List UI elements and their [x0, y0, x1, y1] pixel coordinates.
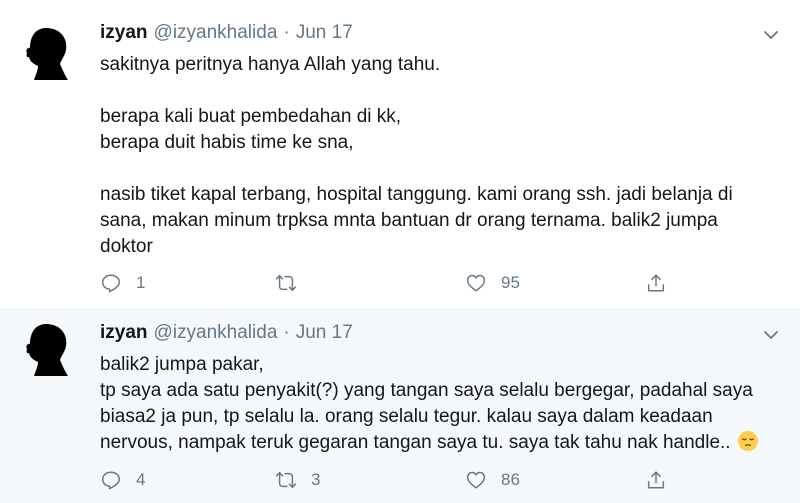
tweet-line: doktor [100, 236, 153, 257]
share-button[interactable] [645, 469, 667, 491]
retweet-icon [275, 274, 297, 292]
avatar[interactable] [16, 318, 78, 380]
display-name[interactable]: izyan [100, 22, 148, 44]
tweet-date[interactable]: Jun 17 [296, 322, 353, 344]
retweet-icon [275, 471, 297, 489]
tweet-line: sakitnya peritnya hanya Allah yang tahu. [100, 54, 441, 75]
share-button[interactable] [645, 272, 667, 294]
tweet-line: biasa2 ja pun, tp selalu la. orang selal… [100, 406, 713, 427]
separator-dot: · [283, 22, 290, 43]
tweet-line: nervous, nampak teruk gegaran tangan say… [100, 432, 731, 453]
tweet-header: izyan @izyankhalida · Jun 17 [100, 22, 780, 52]
heart-icon [466, 274, 486, 292]
like-button[interactable]: 86 [465, 469, 520, 491]
share-icon [647, 274, 665, 292]
retweet-count: 3 [311, 470, 321, 489]
retweet-button[interactable] [275, 272, 311, 294]
tweet-content: izyan @izyankhalida · Jun 17 sakitnya pe… [100, 22, 780, 260]
tweet-line: berapa duit habis time ke sna, [100, 132, 354, 153]
separator-dot: · [283, 322, 290, 343]
like-count: 95 [501, 273, 520, 292]
share-icon [647, 471, 665, 489]
user-handle[interactable]: @izyankhalida [154, 322, 278, 344]
reply-button[interactable]: 1 [100, 272, 145, 294]
reply-count: 1 [136, 273, 146, 292]
heart-icon [466, 471, 486, 489]
retweet-button[interactable]: 3 [275, 469, 320, 491]
tweet-line-blank [100, 78, 780, 104]
reply-icon [102, 274, 120, 293]
chevron-down-icon[interactable] [762, 326, 780, 344]
tweet[interactable]: izyan @izyankhalida · Jun 17 balik2 jump… [0, 310, 800, 503]
user-handle[interactable]: @izyankhalida [154, 22, 278, 44]
tweet-line-with-emoji: nervous, nampak teruk gegaran tangan say… [100, 430, 780, 456]
tweet-header: izyan @izyankhalida · Jun 17 [100, 322, 780, 352]
pensive-face-emoji [737, 431, 758, 451]
tweet-content: izyan @izyankhalida · Jun 17 balik2 jump… [100, 322, 780, 456]
tweet-line: tp saya ada satu penyakit(?) yang tangan… [100, 380, 753, 401]
tweet-text: balik2 jumpa pakar, tp saya ada satu pen… [100, 352, 780, 456]
reply-count: 4 [136, 470, 146, 489]
timeline: izyan @izyankhalida · Jun 17 sakitnya pe… [0, 0, 800, 503]
like-count: 86 [501, 470, 520, 489]
reply-button[interactable]: 4 [100, 469, 145, 491]
tweet-line: sana, makan minum trpksa mnta bantuan dr… [100, 210, 718, 231]
tweet-line: berapa kali buat pembedahan di kk, [100, 106, 402, 127]
tweet-text: sakitnya peritnya hanya Allah yang tahu.… [100, 52, 780, 260]
tweet[interactable]: izyan @izyankhalida · Jun 17 sakitnya pe… [0, 0, 800, 310]
reply-icon [102, 471, 120, 490]
tweet-line: nasib tiket kapal terbang, hospital tang… [100, 184, 733, 205]
tweet-actions: 1 95 [100, 268, 680, 298]
tweet-actions: 4 3 86 [100, 465, 680, 495]
like-button[interactable]: 95 [465, 272, 520, 294]
tweet-date[interactable]: Jun 17 [296, 22, 353, 44]
avatar[interactable] [16, 22, 78, 84]
tweet-line-blank [100, 156, 780, 182]
tweet-line: balik2 jumpa pakar, [100, 354, 264, 375]
chevron-down-icon[interactable] [762, 26, 780, 44]
display-name[interactable]: izyan [100, 322, 148, 344]
